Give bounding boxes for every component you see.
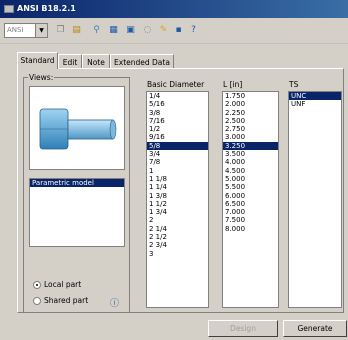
diameter-list-item[interactable]: 1 (147, 167, 208, 175)
radio-button-selected[interactable] (33, 281, 41, 289)
tab-extended-data[interactable]: Extended Data (110, 54, 174, 69)
length-list-item[interactable]: 1.750 (223, 92, 278, 100)
length-list-item[interactable]: 3.500 (223, 150, 278, 158)
diameter-list-item[interactable]: 9/16 (147, 133, 208, 141)
diameter-list-item[interactable]: 1/2 (147, 125, 208, 133)
bolt-preview-image (29, 86, 125, 170)
diameter-list-item[interactable]: 5/16 (147, 100, 208, 108)
copy-icon[interactable]: ❐ (54, 24, 67, 37)
dialog-window: ANSI B18.2.1 ANSI ▼ ❐ ▤ ⚲ ▦ ▣ ◌ ✎ ▪ ? St… (0, 0, 348, 340)
length-list-item[interactable]: 2.000 (223, 100, 278, 108)
diameter-list-item[interactable]: 1/4 (147, 92, 208, 100)
diameter-list-item[interactable]: 1 3/8 (147, 192, 208, 200)
diameter-list-item[interactable]: 2 1/2 (147, 233, 208, 241)
length-list-item[interactable]: 4.500 (223, 167, 278, 175)
diameter-list-item[interactable]: 1 1/2 (147, 200, 208, 208)
diameter-list-item[interactable]: 7/16 (147, 117, 208, 125)
paste-icon[interactable]: ▤ (70, 24, 83, 37)
standard-select-value: ANSI (7, 26, 24, 34)
radio-shared-label: Shared part (44, 296, 89, 305)
length-list-item[interactable]: 3.000 (223, 133, 278, 141)
length-list-item[interactable]: 4.000 (223, 158, 278, 166)
diameter-list-item[interactable]: 5/8 (147, 141, 208, 151)
tab-note[interactable]: Note (82, 54, 110, 69)
diameter-list-item[interactable]: 3 (147, 250, 208, 258)
views-list[interactable]: Parametric model (29, 178, 125, 247)
design-button[interactable]: Design (208, 320, 278, 337)
views-label: Views: (28, 73, 55, 82)
diameter-list-item[interactable]: 3/8 (147, 109, 208, 117)
length-list-item[interactable]: 2.250 (223, 109, 278, 117)
help-icon[interactable]: ? (187, 24, 200, 37)
diameter-list-item[interactable]: 1 1/8 (147, 175, 208, 183)
length-list-item[interactable]: 8.000 (223, 225, 278, 233)
length-list-item[interactable]: 5.500 (223, 183, 278, 191)
length-list-item[interactable]: 7.500 (223, 216, 278, 224)
link-icon[interactable]: ⚲ (90, 24, 103, 37)
tab-standard[interactable]: Standard (17, 52, 58, 69)
radio-shared-part[interactable]: Shared part (33, 296, 88, 305)
info-icon[interactable]: ⓘ (110, 296, 119, 309)
radio-local-part[interactable]: Local part (33, 280, 81, 289)
basic-diameter-list[interactable]: 1/4 5/16 3/8 7/16 1/2 9/16 5/8 3/4 7/8 1 1 1/8 1 1/… (146, 91, 209, 308)
length-list-item[interactable]: 3.250 (223, 141, 278, 151)
table-icon[interactable]: ▦ (107, 24, 120, 37)
basic-diameter-header: Basic Diameter (147, 80, 205, 89)
standard-select[interactable]: ANSI ▼ (4, 23, 48, 38)
length-list-item[interactable]: 7.000 (223, 208, 278, 216)
tab-edit[interactable]: Edit (58, 54, 82, 69)
ts-list-item[interactable]: UNF (289, 100, 341, 108)
diameter-list-item[interactable]: 3/4 (147, 150, 208, 158)
tools-icon[interactable]: ✎ (157, 24, 170, 37)
length-header: L [in] (223, 80, 243, 89)
length-list-item[interactable]: 5.000 (223, 175, 278, 183)
length-list[interactable]: 1.750 2.000 2.250 2.500 2.750 3.000 3.250 3.500… (222, 91, 279, 308)
app-icon (4, 4, 14, 13)
length-list-item[interactable]: 6.500 (223, 200, 278, 208)
diameter-list-item[interactable]: 7/8 (147, 158, 208, 166)
ts-list[interactable]: UNC UNF (288, 91, 342, 308)
diameter-list-item[interactable]: 2 1/4 (147, 225, 208, 233)
diameter-list-item[interactable]: 2 (147, 216, 208, 224)
ts-list-item[interactable]: UNC (289, 92, 341, 101)
window-title: ANSI B18.2.1 (17, 4, 76, 13)
save-icon[interactable]: ▪ (172, 24, 185, 37)
toolbar: ANSI ▼ ❐ ▤ ⚲ ▦ ▣ ◌ ✎ ▪ ? (0, 19, 348, 44)
diameter-list-item[interactable]: 1 1/4 (147, 183, 208, 191)
length-list-item[interactable]: 2.750 (223, 125, 278, 133)
filter-icon[interactable]: ◌ (141, 24, 154, 37)
diameter-list-item[interactable]: 1 3/4 (147, 208, 208, 216)
grid-icon[interactable]: ▣ (124, 24, 137, 37)
list-item-parametric-model[interactable]: Parametric model (30, 179, 124, 188)
length-list-item[interactable]: 2.500 (223, 117, 278, 125)
diameter-list-item[interactable]: 2 3/4 (147, 241, 208, 249)
generate-button[interactable]: Generate (283, 320, 347, 337)
radio-button[interactable] (33, 297, 41, 305)
title-bar: ANSI B18.2.1 (0, 0, 348, 18)
chevron-down-icon[interactable]: ▼ (35, 24, 47, 37)
length-list-item[interactable]: 6.000 (223, 192, 278, 200)
ts-header: TS (289, 80, 299, 89)
radio-local-label: Local part (44, 280, 82, 289)
